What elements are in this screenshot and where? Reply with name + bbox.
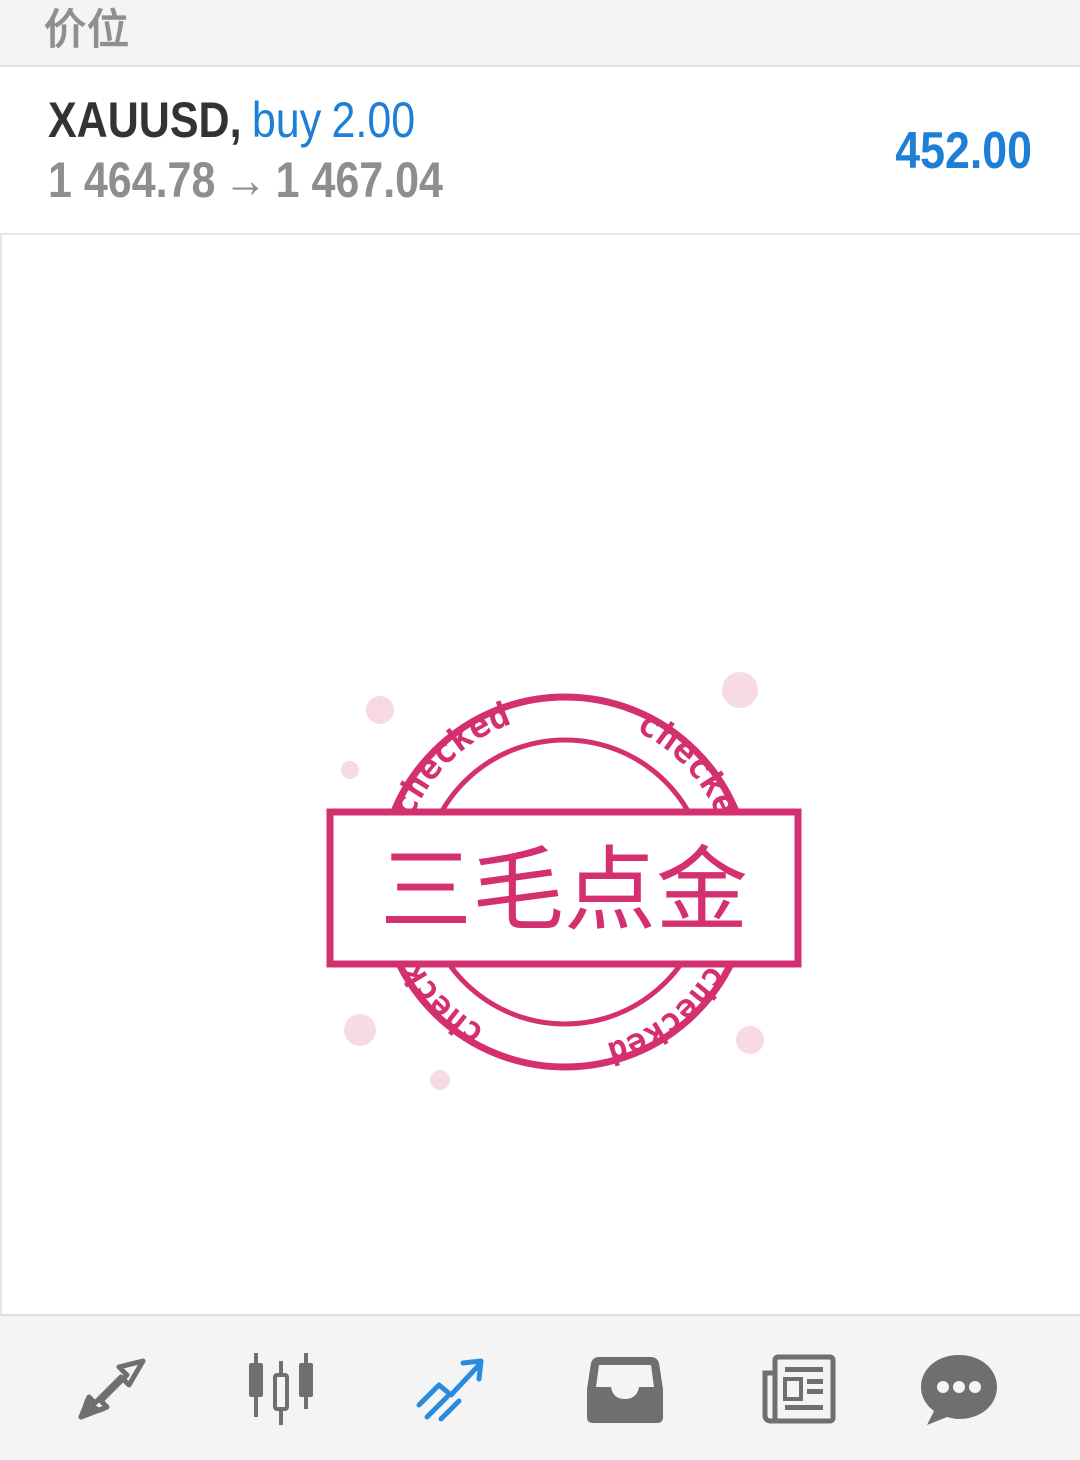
position-volume: 2.00 — [331, 92, 416, 148]
stamp-main-text: 三毛点金 — [380, 837, 748, 944]
chat-icon — [921, 1355, 997, 1425]
watermark-stamp: checked checked checked checked 三毛点金 — [320, 650, 810, 1110]
position-title: XAUUSD, buy 2.00 — [48, 91, 415, 149]
position-type: buy — [251, 92, 322, 148]
history-inbox-icon — [587, 1357, 663, 1423]
chart-candles-icon — [249, 1353, 313, 1425]
stamp-graphic: checked checked checked checked 三毛点金 — [326, 672, 802, 1090]
bottom-nav — [0, 1314, 1080, 1460]
position-row[interactable]: XAUUSD, buy 2.00 1 464.78 → 1 467.04 452.00 — [0, 67, 1080, 235]
nav-quotes[interactable] — [56, 1344, 166, 1434]
position-symbol: XAUUSD — [48, 92, 230, 148]
news-icon — [762, 1354, 836, 1424]
position-current-price: 1 467.04 — [275, 152, 443, 208]
position-open-price: 1 464.78 — [48, 152, 216, 208]
nav-news[interactable] — [744, 1344, 854, 1434]
section-header-title: 价位 — [44, 6, 131, 53]
position-prices: 1 464.78 → 1 467.04 — [48, 151, 443, 209]
quotes-arrows-icon — [78, 1358, 146, 1420]
section-header: 价位 — [0, 0, 1080, 67]
nav-trade[interactable] — [398, 1344, 508, 1434]
nav-chat[interactable] — [904, 1344, 1014, 1434]
trade-icon — [416, 1358, 484, 1422]
position-profit: 452.00 — [895, 122, 1032, 180]
nav-history[interactable] — [570, 1344, 680, 1434]
nav-chart[interactable] — [226, 1344, 336, 1434]
price-arrow: → — [223, 152, 267, 208]
position-separator: , — [229, 92, 242, 148]
left-divider — [0, 235, 2, 1315]
